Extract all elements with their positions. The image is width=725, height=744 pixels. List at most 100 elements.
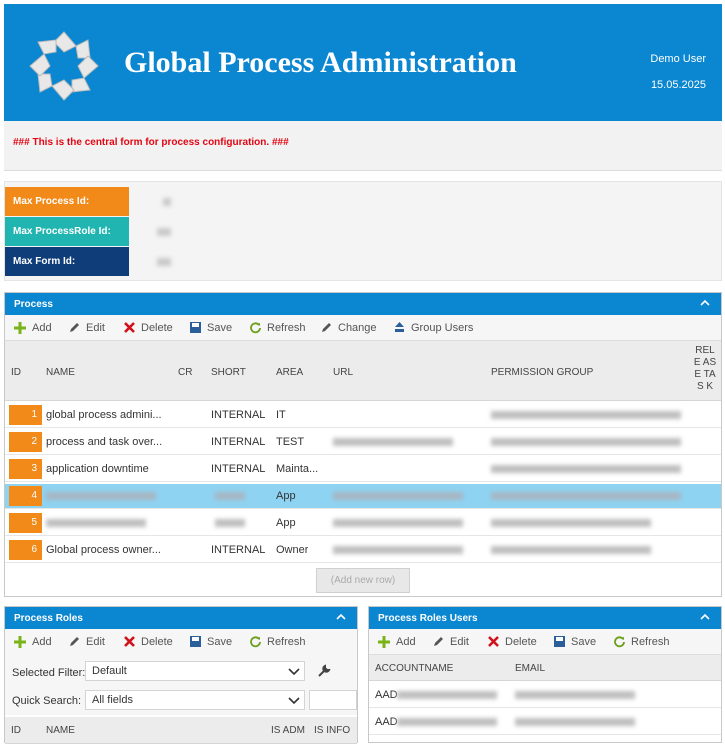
row-short-redacted: [215, 492, 245, 500]
plus-icon: [14, 636, 26, 648]
row-short-redacted: [215, 519, 245, 527]
table-row-selected[interactable]: 4 App: [5, 484, 721, 509]
col-short[interactable]: SHORT: [211, 367, 246, 378]
wrench-icon[interactable]: [317, 664, 331, 678]
refresh-icon: [614, 636, 625, 648]
quick-search-label: Quick Search:: [12, 695, 82, 707]
quick-search-value: All fields: [92, 694, 133, 706]
chevron-down-icon: [288, 697, 300, 705]
company-logo: [29, 31, 99, 101]
chevron-down-icon: [288, 668, 300, 676]
row-permission-redacted: [491, 492, 681, 500]
delete-button[interactable]: Delete: [123, 321, 173, 334]
change-button[interactable]: Change: [320, 321, 377, 334]
col-url[interactable]: URL: [333, 367, 353, 378]
roles-toolbar: Add Edit Delete Save Refresh: [5, 629, 357, 655]
refresh-button[interactable]: Refresh: [613, 635, 670, 648]
process-roles-users-panel: Process Roles Users Add Edit Delete Save…: [368, 606, 722, 743]
col-name[interactable]: NAME: [46, 367, 75, 378]
process-panel: Process Add Edit Delete Save Refresh Cha…: [4, 292, 722, 597]
chevron-up-icon[interactable]: [699, 297, 711, 309]
chevron-up-icon[interactable]: [699, 611, 711, 623]
chevron-up-icon[interactable]: [335, 611, 347, 623]
row-area: App: [276, 517, 296, 529]
add-button[interactable]: Add: [13, 321, 52, 335]
app-header: Global Process Administration Demo User …: [4, 4, 722, 121]
refresh-button[interactable]: Refresh: [249, 635, 306, 648]
add-button[interactable]: Add: [377, 635, 416, 649]
col-id[interactable]: ID: [11, 725, 21, 736]
col-accountname[interactable]: ACCOUNTNAME: [375, 663, 453, 674]
info-banner: ### This is the central form for process…: [4, 121, 722, 171]
row-url-redacted: [333, 492, 463, 500]
quick-search-input[interactable]: [309, 690, 357, 710]
row-short: INTERNAL: [211, 409, 266, 421]
refresh-icon: [250, 322, 261, 334]
table-row[interactable]: AAD: [369, 710, 721, 735]
user-info: Demo User 15.05.2025: [650, 46, 706, 98]
col-cr[interactable]: CR: [178, 367, 192, 378]
edit-button[interactable]: Edit: [68, 321, 105, 334]
pencil-icon: [322, 323, 331, 332]
row-short: INTERNAL: [211, 436, 266, 448]
roles-users-grid-header: ACCOUNTNAME EMAIL: [369, 655, 721, 681]
table-row[interactable]: AAD: [369, 683, 721, 708]
user-name: Demo User: [650, 53, 706, 65]
col-area[interactable]: AREA: [276, 367, 303, 378]
max-process-id-value: [163, 198, 171, 206]
row-id: 6: [9, 540, 42, 560]
row-area: TEST: [276, 436, 305, 448]
delete-button[interactable]: Delete: [487, 635, 537, 648]
row-short: INTERNAL: [211, 463, 266, 475]
table-row[interactable]: 6 Global process owner... INTERNAL Owner: [5, 538, 721, 563]
roles-users-toolbar: Add Edit Delete Save Refresh: [369, 629, 721, 655]
row-account: AAD: [375, 689, 398, 701]
floppy-icon: [190, 322, 201, 333]
process-toolbar: Add Edit Delete Save Refresh Change Grou…: [5, 315, 721, 341]
refresh-button[interactable]: Refresh: [249, 321, 306, 334]
row-name: Global process owner...: [46, 544, 161, 556]
refresh-icon: [250, 636, 261, 648]
col-id[interactable]: ID: [11, 367, 21, 378]
table-row[interactable]: 1 global process admini... INTERNAL IT: [5, 403, 721, 428]
add-new-row-button[interactable]: (Add new row): [316, 568, 410, 593]
row-url-redacted: [333, 546, 463, 554]
edit-button[interactable]: Edit: [432, 635, 469, 648]
process-roles-header[interactable]: Process Roles: [5, 607, 357, 629]
row-email-redacted: [515, 718, 635, 726]
col-is-admin[interactable]: IS ADM: [271, 725, 309, 736]
edit-button[interactable]: Edit: [68, 635, 105, 648]
row-permission-redacted: [491, 438, 681, 446]
col-is-info[interactable]: IS INFO: [314, 725, 350, 736]
group-users-button[interactable]: Group Users: [393, 321, 473, 334]
row-area: App: [276, 490, 296, 502]
col-permission-group[interactable]: PERMISSION GROUP: [491, 367, 593, 378]
filter-value: Default: [92, 665, 127, 677]
delete-button[interactable]: Delete: [123, 635, 173, 648]
process-roles-users-header[interactable]: Process Roles Users: [369, 607, 721, 629]
save-button[interactable]: Save: [189, 635, 232, 648]
table-row[interactable]: 3 application downtime INTERNAL Mainta..…: [5, 457, 721, 482]
row-name: global process admini...: [46, 409, 162, 421]
process-grid-body: 1 global process admini... INTERNAL IT 2…: [5, 403, 721, 563]
row-name-redacted: [46, 492, 156, 500]
col-name[interactable]: NAME: [46, 725, 75, 736]
filter-select[interactable]: Default: [85, 661, 305, 681]
table-row[interactable]: 5 App: [5, 511, 721, 536]
max-id-panel: Max Process Id: Max ProcessRole Id: Max …: [4, 181, 722, 281]
row-url-redacted: [333, 519, 463, 527]
quick-search-select[interactable]: All fields: [85, 690, 305, 710]
row-url-redacted: [333, 438, 453, 446]
process-roles-users-title: Process Roles Users: [378, 613, 478, 624]
row-area: Mainta...: [276, 463, 319, 475]
row-permission-redacted: [491, 411, 681, 419]
col-email[interactable]: EMAIL: [515, 663, 545, 674]
table-row[interactable]: 2 process and task over... INTERNAL TEST: [5, 430, 721, 455]
row-id: 2: [9, 432, 42, 452]
add-button[interactable]: Add: [13, 635, 52, 649]
process-panel-header[interactable]: Process: [5, 293, 721, 315]
save-button[interactable]: Save: [189, 321, 232, 334]
pencil-icon: [70, 323, 79, 332]
save-button[interactable]: Save: [553, 635, 596, 648]
col-release-task[interactable]: RELE ASE TAS K: [693, 345, 717, 393]
